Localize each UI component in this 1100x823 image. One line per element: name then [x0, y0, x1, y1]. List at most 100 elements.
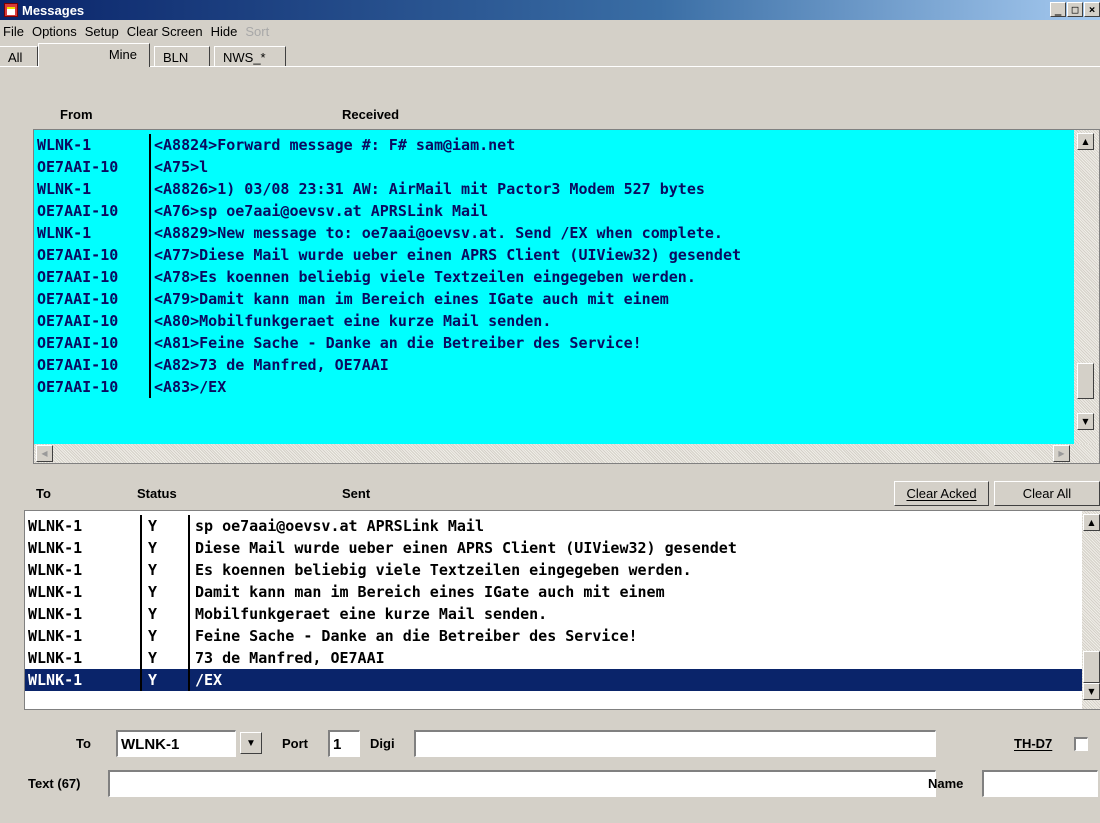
th-d7-checkbox[interactable]: [1074, 737, 1088, 751]
received-row[interactable]: WLNK-1 <A8826>1) 03/08 23:31 AW: AirMail …: [34, 178, 1074, 200]
received-row[interactable]: OE7AAI-10 <A82>73 de Manfred, OE7AAI: [34, 354, 1074, 376]
tab-all[interactable]: All: [0, 46, 38, 67]
scroll-down-icon[interactable]: ▼: [1083, 683, 1100, 700]
received-message-cell: <A8824>Forward message #: F# sam@iam.net: [154, 136, 516, 154]
column-header-status[interactable]: Status: [137, 486, 177, 501]
received-vertical-scrollbar[interactable]: ▲ ▼: [1074, 130, 1099, 444]
menu-setup[interactable]: Setup: [82, 24, 124, 39]
sent-message-cell: Mobilfunkgeraet eine kurze Mail senden.: [195, 605, 548, 623]
sent-status-cell: Y: [142, 581, 190, 603]
sent-row[interactable]: WLNK-1 Y/EX: [25, 669, 1082, 691]
received-from-cell: OE7AAI-10: [34, 200, 151, 222]
received-row[interactable]: WLNK-1 <A8829>New message to: oe7aai@oevs…: [34, 222, 1074, 244]
sent-row[interactable]: WLNK-1 Y Mobilfunkgeraet eine kurze Mail s…: [25, 603, 1082, 625]
tab-bln[interactable]: BLN: [154, 46, 210, 67]
menu-options[interactable]: Options: [29, 24, 82, 39]
received-message-cell: <A80>Mobilfunkgeraet eine kurze Mail sen…: [154, 312, 552, 330]
app-icon: [4, 3, 18, 17]
window-title: Messages: [22, 2, 85, 18]
to-value: WLNK-1: [121, 735, 180, 753]
scroll-up-icon[interactable]: ▲: [1083, 514, 1100, 531]
sent-status-cell: Y: [142, 647, 190, 669]
sent-row[interactable]: WLNK-1 Y Diese Mail wurde ueber einen APRS…: [25, 537, 1082, 559]
sent-status-cell: Y: [142, 625, 190, 647]
column-header-sent[interactable]: Sent: [342, 486, 370, 501]
received-message-cell: <A77>Diese Mail wurde ueber einen APRS C…: [154, 246, 741, 264]
sent-rows: WLNK-1 Ysp oe7aai@oevsv.at APRSLink Mail W…: [25, 515, 1100, 691]
sent-status-cell: Y: [142, 515, 190, 537]
received-row[interactable]: OE7AAI-10 <A80>Mobilfunkgeraet eine kurze…: [34, 310, 1074, 332]
sent-vertical-scrollbar[interactable]: ▲ ▼: [1082, 511, 1100, 709]
digi-label: Digi: [370, 736, 395, 751]
tab-mine[interactable]: Mine: [38, 43, 150, 67]
received-row[interactable]: OE7AAI-10 <A79>Damit kann man im Bereich …: [34, 288, 1074, 310]
tab-nws[interactable]: NWS_*: [214, 46, 286, 67]
scroll-up-icon[interactable]: ▲: [1077, 133, 1094, 150]
sent-row[interactable]: WLNK-1 Y Feine Sache - Danke an die Betrei…: [25, 625, 1082, 647]
clear-acked-label: Clear Acked: [906, 486, 977, 501]
scroll-left-icon[interactable]: ◀: [36, 445, 53, 462]
sent-row[interactable]: WLNK-1 Y Es koennen beliebig viele Textzei…: [25, 559, 1082, 581]
received-from-cell: OE7AAI-10: [34, 332, 151, 354]
received-message-cell: <A81>Feine Sache - Danke an die Betreibe…: [154, 334, 642, 352]
clear-acked-button[interactable]: Clear Acked: [894, 481, 989, 506]
received-row[interactable]: OE7AAI-10 <A75>l: [34, 156, 1074, 178]
menu-file[interactable]: File: [0, 24, 29, 39]
scroll-thumb[interactable]: [1083, 651, 1100, 683]
sent-message-cell: Damit kann man im Bereich eines IGate au…: [195, 583, 665, 601]
text-field[interactable]: [108, 770, 936, 797]
scroll-thumb[interactable]: [1077, 363, 1094, 399]
received-from-cell: OE7AAI-10: [34, 288, 151, 310]
digi-field[interactable]: [414, 730, 936, 757]
received-row[interactable]: OE7AAI-10 <A83>/EX: [34, 376, 1074, 398]
received-message-cell: <A83>/EX: [154, 378, 227, 396]
received-row[interactable]: WLNK-1 <A8824>Forward message #: F# sam@i…: [34, 134, 1074, 156]
sent-status-cell: Y: [142, 603, 190, 625]
received-row[interactable]: OE7AAI-10 <A78>Es koennen beliebig viele …: [34, 266, 1074, 288]
column-header-to[interactable]: To: [36, 486, 51, 501]
to-label: To: [76, 736, 91, 751]
to-dropdown-icon[interactable]: ▼: [240, 732, 262, 754]
menu-hide[interactable]: Hide: [208, 24, 243, 39]
received-row[interactable]: OE7AAI-10 <A77>Diese Mail wurde ueber ein…: [34, 244, 1074, 266]
received-from-cell: OE7AAI-10: [34, 376, 151, 398]
received-from-cell: WLNK-1: [34, 178, 151, 200]
received-message-cell: <A76>sp oe7aai@oevsv.at APRSLink Mail: [154, 202, 489, 220]
received-message-cell: <A78>Es koennen beliebig viele Textzeile…: [154, 268, 696, 286]
sent-to-cell: WLNK-1: [25, 625, 142, 647]
sent-row[interactable]: WLNK-1 Y 73 de Manfred, OE7AAI: [25, 647, 1082, 669]
received-messages-list[interactable]: WLNK-1 <A8824>Forward message #: F# sam@i…: [33, 129, 1100, 464]
clear-all-label: Clear All: [1022, 486, 1072, 501]
sent-to-cell: WLNK-1: [25, 647, 142, 669]
column-header-from[interactable]: From: [60, 107, 93, 122]
sent-to-cell: WLNK-1: [25, 515, 142, 537]
sent-to-cell: WLNK-1: [25, 559, 142, 581]
maximize-icon[interactable]: □: [1067, 2, 1083, 17]
close-icon[interactable]: ×: [1084, 2, 1100, 17]
compose-panel: To WLNK-1 ▼ Port 1 Digi TH-D7 Text (67) …: [24, 720, 1100, 823]
received-message-cell: <A8829>New message to: oe7aai@oevsv.at. …: [154, 224, 723, 242]
scroll-right-icon[interactable]: ▶: [1053, 445, 1070, 462]
port-value: 1: [333, 735, 342, 753]
clear-all-button[interactable]: Clear All: [994, 481, 1100, 506]
received-message-cell: <A79>Damit kann man im Bereich eines IGa…: [154, 290, 669, 308]
sent-messages-list[interactable]: WLNK-1 Ysp oe7aai@oevsv.at APRSLink Mail W…: [24, 510, 1100, 710]
port-field[interactable]: 1: [328, 730, 360, 757]
to-field[interactable]: WLNK-1: [116, 730, 236, 757]
sent-row[interactable]: WLNK-1 Ysp oe7aai@oevsv.at APRSLink Mail: [25, 515, 1082, 537]
minimize-icon[interactable]: _: [1050, 2, 1066, 17]
sent-message-cell: Es koennen beliebig viele Textzeilen ein…: [195, 561, 692, 579]
menu-clear-screen[interactable]: Clear Screen: [124, 24, 208, 39]
received-rows: WLNK-1 <A8824>Forward message #: F# sam@i…: [34, 134, 1074, 398]
received-row[interactable]: OE7AAI-10 <A76>sp oe7aai@oevsv.at APRSLin…: [34, 200, 1074, 222]
received-from-cell: WLNK-1: [34, 134, 151, 156]
scroll-down-icon[interactable]: ▼: [1077, 413, 1094, 430]
received-horizontal-scrollbar[interactable]: ◀ ▶: [34, 444, 1099, 463]
column-header-received[interactable]: Received: [342, 107, 399, 122]
name-field[interactable]: [982, 770, 1098, 797]
sent-message-cell: sp oe7aai@oevsv.at APRSLink Mail: [195, 517, 484, 535]
sent-row[interactable]: WLNK-1 Y Damit kann man im Bereich eines I…: [25, 581, 1082, 603]
received-message-cell: <A75>l: [154, 158, 209, 176]
received-row[interactable]: OE7AAI-10 <A81>Feine Sache - Danke an die…: [34, 332, 1074, 354]
sent-message-cell: 73 de Manfred, OE7AAI: [195, 649, 385, 667]
